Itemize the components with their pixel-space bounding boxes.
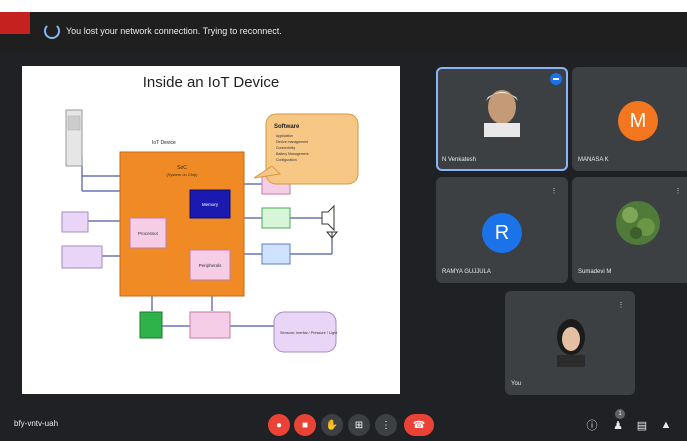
connection-lost-message: You lost your network connection. Trying…	[66, 26, 282, 36]
avatar: M	[618, 101, 658, 141]
end-call-icon[interactable]: ☎	[404, 414, 434, 436]
participant-name: RAMYA GUJJULA	[442, 269, 491, 275]
software-item-2: Device management	[276, 140, 308, 144]
participant-tile-you[interactable]: ⋮ You	[505, 291, 635, 395]
bottom-box-pink	[189, 311, 231, 339]
antenna-icon	[325, 231, 339, 242]
participant-tile-ramya-gujjula[interactable]: ⋮ R RAMYA GUJJULA	[436, 177, 568, 283]
participant-photo	[616, 201, 660, 245]
participant-tile-sumadevi-m[interactable]: ⋮ Sumadevi M	[572, 177, 687, 283]
sensors-note: Sensors: Inertial / Pressure / Light	[280, 331, 338, 335]
soc-label: SoC	[177, 165, 187, 171]
participant-name: MANASA K	[578, 157, 609, 163]
presentation-slide: Inside an IoT Device SoC (System on Chip…	[22, 66, 400, 394]
participant-tile-manasa-k[interactable]: M MANASA K	[572, 67, 687, 171]
participant-photo	[484, 90, 520, 137]
peripherals-label: Peripherals	[199, 263, 223, 268]
software-title: Software	[274, 124, 300, 130]
loading-spinner-icon	[44, 23, 60, 39]
info-icon[interactable]: ⓘ	[584, 417, 600, 433]
memory-label: Memory	[202, 202, 219, 207]
participant-count-badge: 1	[615, 409, 625, 419]
brand-tab	[0, 12, 30, 34]
mic-off-icon: ⋮	[550, 188, 558, 195]
people-icon[interactable]: ♟	[610, 417, 626, 433]
bottom-control-bar: bfy-vntv-uah ● ■ ✋ ⊞ ⋮ ☎ ⓘ ♟ 1 ▤ ▲	[0, 409, 687, 441]
more-options-icon[interactable]: ⋮	[375, 414, 397, 436]
camera-off-icon[interactable]: ■	[294, 414, 316, 436]
participant-name: You	[511, 381, 522, 387]
bottom-box-green	[139, 311, 163, 339]
participant-name: N Venkatesh	[442, 157, 477, 163]
meet-app: You lost your network connection. Trying…	[0, 12, 687, 441]
participant-name: Sumadevi M	[578, 269, 612, 275]
mic-off-icon[interactable]: ●	[268, 414, 290, 436]
screenshot-frame: You lost your network connection. Trying…	[0, 0, 687, 441]
left-box-a	[61, 211, 89, 233]
right-box-green	[261, 207, 291, 229]
avatar: R	[482, 213, 522, 253]
speaking-indicator-icon	[550, 73, 562, 85]
speaker-icon	[321, 204, 335, 232]
meeting-code: bfy-vntv-uah	[14, 419, 59, 428]
participant-tile-n-venkatesh[interactable]: N Venkatesh	[436, 67, 568, 171]
chat-icon[interactable]: ▤	[634, 417, 650, 433]
present-screen-icon[interactable]: ⊞	[348, 414, 370, 436]
mic-off-icon: ⋮	[617, 302, 625, 309]
processor-label: Processor	[138, 231, 159, 236]
mic-off-icon: ⋮	[674, 188, 682, 195]
participant-photo	[557, 319, 585, 367]
software-item-4: Battery Management	[276, 152, 309, 156]
soc-sublabel: (System on Chip)	[167, 172, 199, 177]
raise-hand-icon[interactable]: ✋	[321, 414, 343, 436]
left-box-b	[61, 245, 103, 269]
iot-device-label: IoT Device	[152, 140, 176, 146]
iot-diagram: SoC (System on Chip) IoT Device Memory P…	[61, 109, 359, 353]
right-box-blue	[261, 243, 291, 265]
software-item-3: Connectivity	[276, 146, 295, 150]
software-item-5: Configuration	[276, 158, 297, 162]
activities-icon[interactable]: ▲	[658, 417, 674, 433]
software-item-1: Application	[276, 134, 293, 138]
top-notification-bar: You lost your network connection. Trying…	[0, 12, 687, 52]
